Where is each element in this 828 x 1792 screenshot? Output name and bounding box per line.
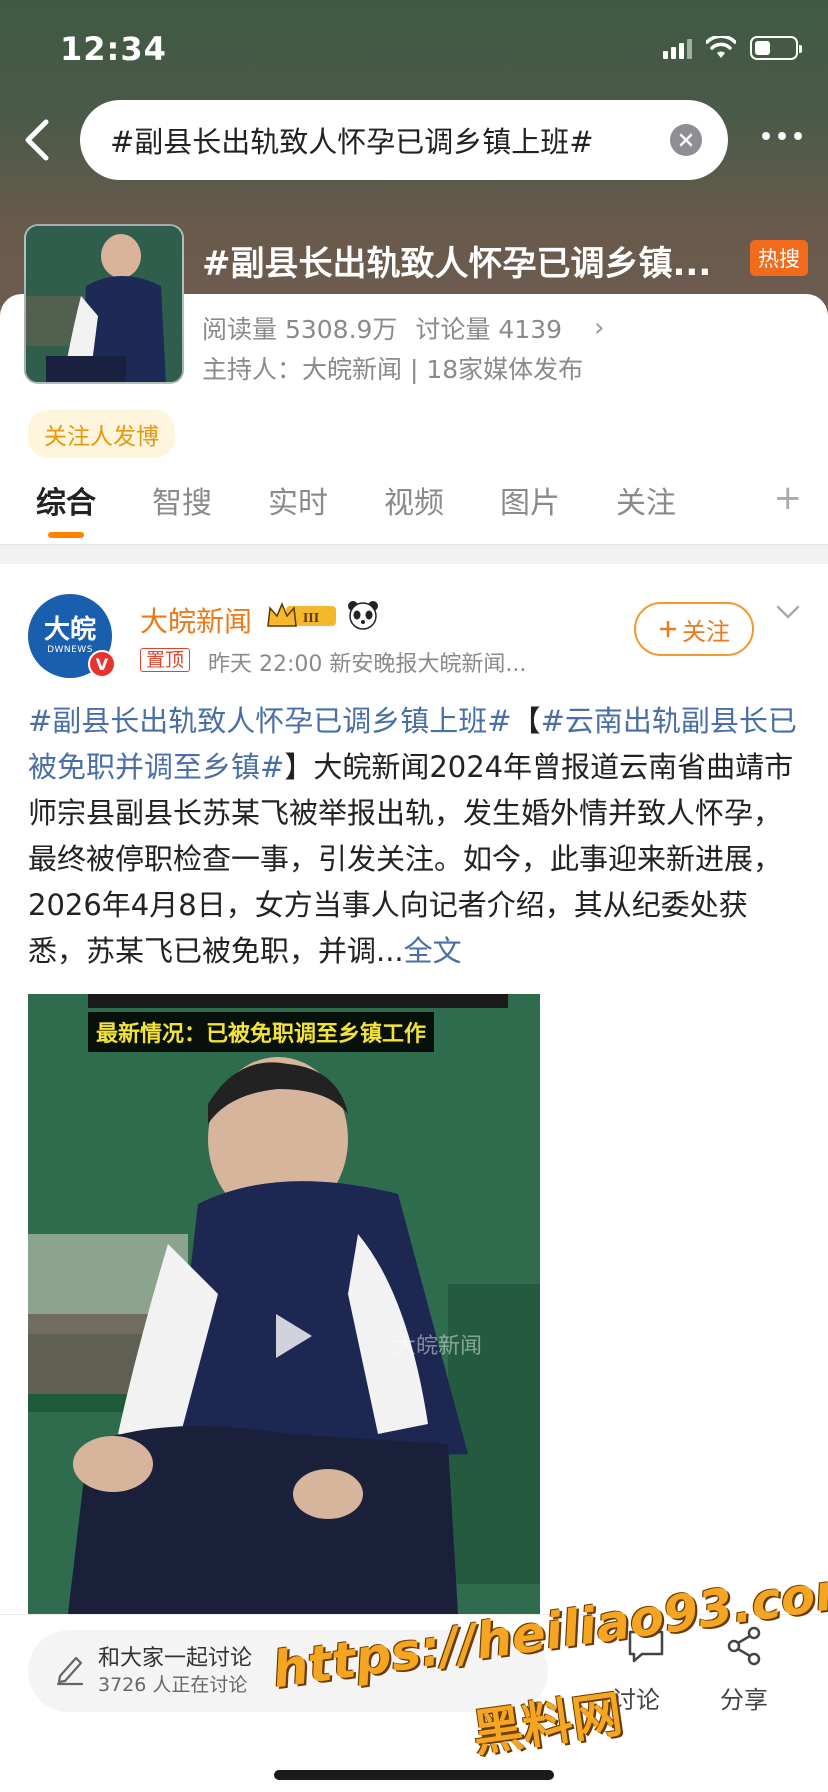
panda-icon: [348, 601, 378, 630]
chevron-down-icon[interactable]: [774, 602, 802, 622]
follow-button[interactable]: 关注: [634, 602, 754, 656]
more-options-icon[interactable]: [762, 132, 802, 140]
topic-host: 主持人：大皖新闻 | 18家媒体发布: [202, 355, 584, 384]
topic-thumbnail[interactable]: [24, 224, 184, 384]
discuss-title: 和大家一起讨论: [98, 1646, 253, 1671]
read-count: 阅读量 5308.9万: [202, 315, 398, 344]
pinned-tag: 置顶: [140, 648, 191, 672]
follower-posts-tag[interactable]: 关注人发博: [28, 410, 175, 458]
tab-following[interactable]: 关注: [616, 478, 676, 522]
bracket-close: 】: [284, 750, 314, 784]
add-tab-icon[interactable]: +: [774, 478, 803, 518]
bracket-open: 【: [511, 704, 541, 738]
avatar-logo-sub: DWNEWS: [47, 645, 93, 655]
hot-badge: 热搜: [750, 240, 808, 276]
play-icon[interactable]: [262, 1308, 318, 1364]
signal-icon: [663, 37, 692, 59]
tab-bar: 综合 智搜 实时 视频 图片 关注 +: [0, 478, 828, 542]
tab-video[interactable]: 视频: [384, 478, 444, 522]
topic-stats[interactable]: 阅读量 5308.9万 讨论量 4139 ›: [202, 310, 604, 346]
search-input[interactable]: #副县长出轨致人怀孕已调乡镇上班#: [80, 100, 728, 180]
tab-images[interactable]: 图片: [500, 478, 560, 522]
svg-text:III: III: [303, 611, 319, 626]
battery-icon: [750, 36, 802, 60]
follow-label: 关注: [682, 617, 730, 646]
active-tab-indicator: [48, 532, 84, 538]
share-button-label[interactable]: 分享: [720, 1680, 768, 1715]
tab-comprehensive[interactable]: 综合: [36, 478, 96, 522]
video-caption-bar: [88, 994, 508, 1008]
pen-icon: [56, 1656, 84, 1686]
discussion-count: 讨论量 4139: [415, 315, 563, 344]
status-bar: 12:34: [0, 0, 828, 100]
video-player[interactable]: 最新情况：已被免职调至乡镇工作 大皖新闻: [28, 994, 540, 1614]
wifi-icon: [706, 36, 736, 58]
plus-icon: [660, 621, 676, 637]
status-time: 12:34: [60, 30, 167, 68]
post-meta: 昨天 22:00 新安晚报大皖新闻...: [208, 652, 527, 677]
topic-link-1[interactable]: #副县长出轨致人怀孕已调乡镇上班#: [28, 704, 512, 738]
full-text-link[interactable]: 全文: [404, 934, 462, 968]
search-query: #副县长出轨致人怀孕已调乡镇上班#: [110, 125, 594, 159]
video-caption: 最新情况：已被免职调至乡镇工作: [88, 1012, 435, 1052]
author-name[interactable]: 大皖新闻: [140, 600, 252, 640]
clear-search-icon[interactable]: [670, 124, 702, 156]
tab-smart-search[interactable]: 智搜: [152, 478, 212, 522]
post-body: #副县长出轨致人怀孕已调乡镇上班#【#云南出轨副县长已被免职并调至乡镇#】大皖新…: [28, 698, 800, 974]
video-frame: [28, 994, 540, 1614]
status-icons: [663, 36, 802, 60]
home-indicator: [274, 1770, 554, 1780]
verified-badge: V: [88, 650, 116, 678]
video-watermark: 大皖新闻: [394, 1334, 483, 1359]
tab-realtime[interactable]: 实时: [268, 478, 328, 522]
back-arrow-icon[interactable]: [16, 114, 64, 166]
section-divider: [0, 544, 828, 564]
avatar-logo: 大皖: [43, 615, 96, 645]
nav-row: #副县长出轨致人怀孕已调乡镇上班#: [0, 100, 828, 180]
topic-title: #副县长出轨致人怀孕已调乡镇...: [202, 244, 712, 284]
discuss-subtitle: 3726 人正在讨论: [98, 1674, 248, 1696]
chevron-right-icon: ›: [594, 313, 605, 343]
crown-level-badge-icon: III: [267, 602, 336, 627]
